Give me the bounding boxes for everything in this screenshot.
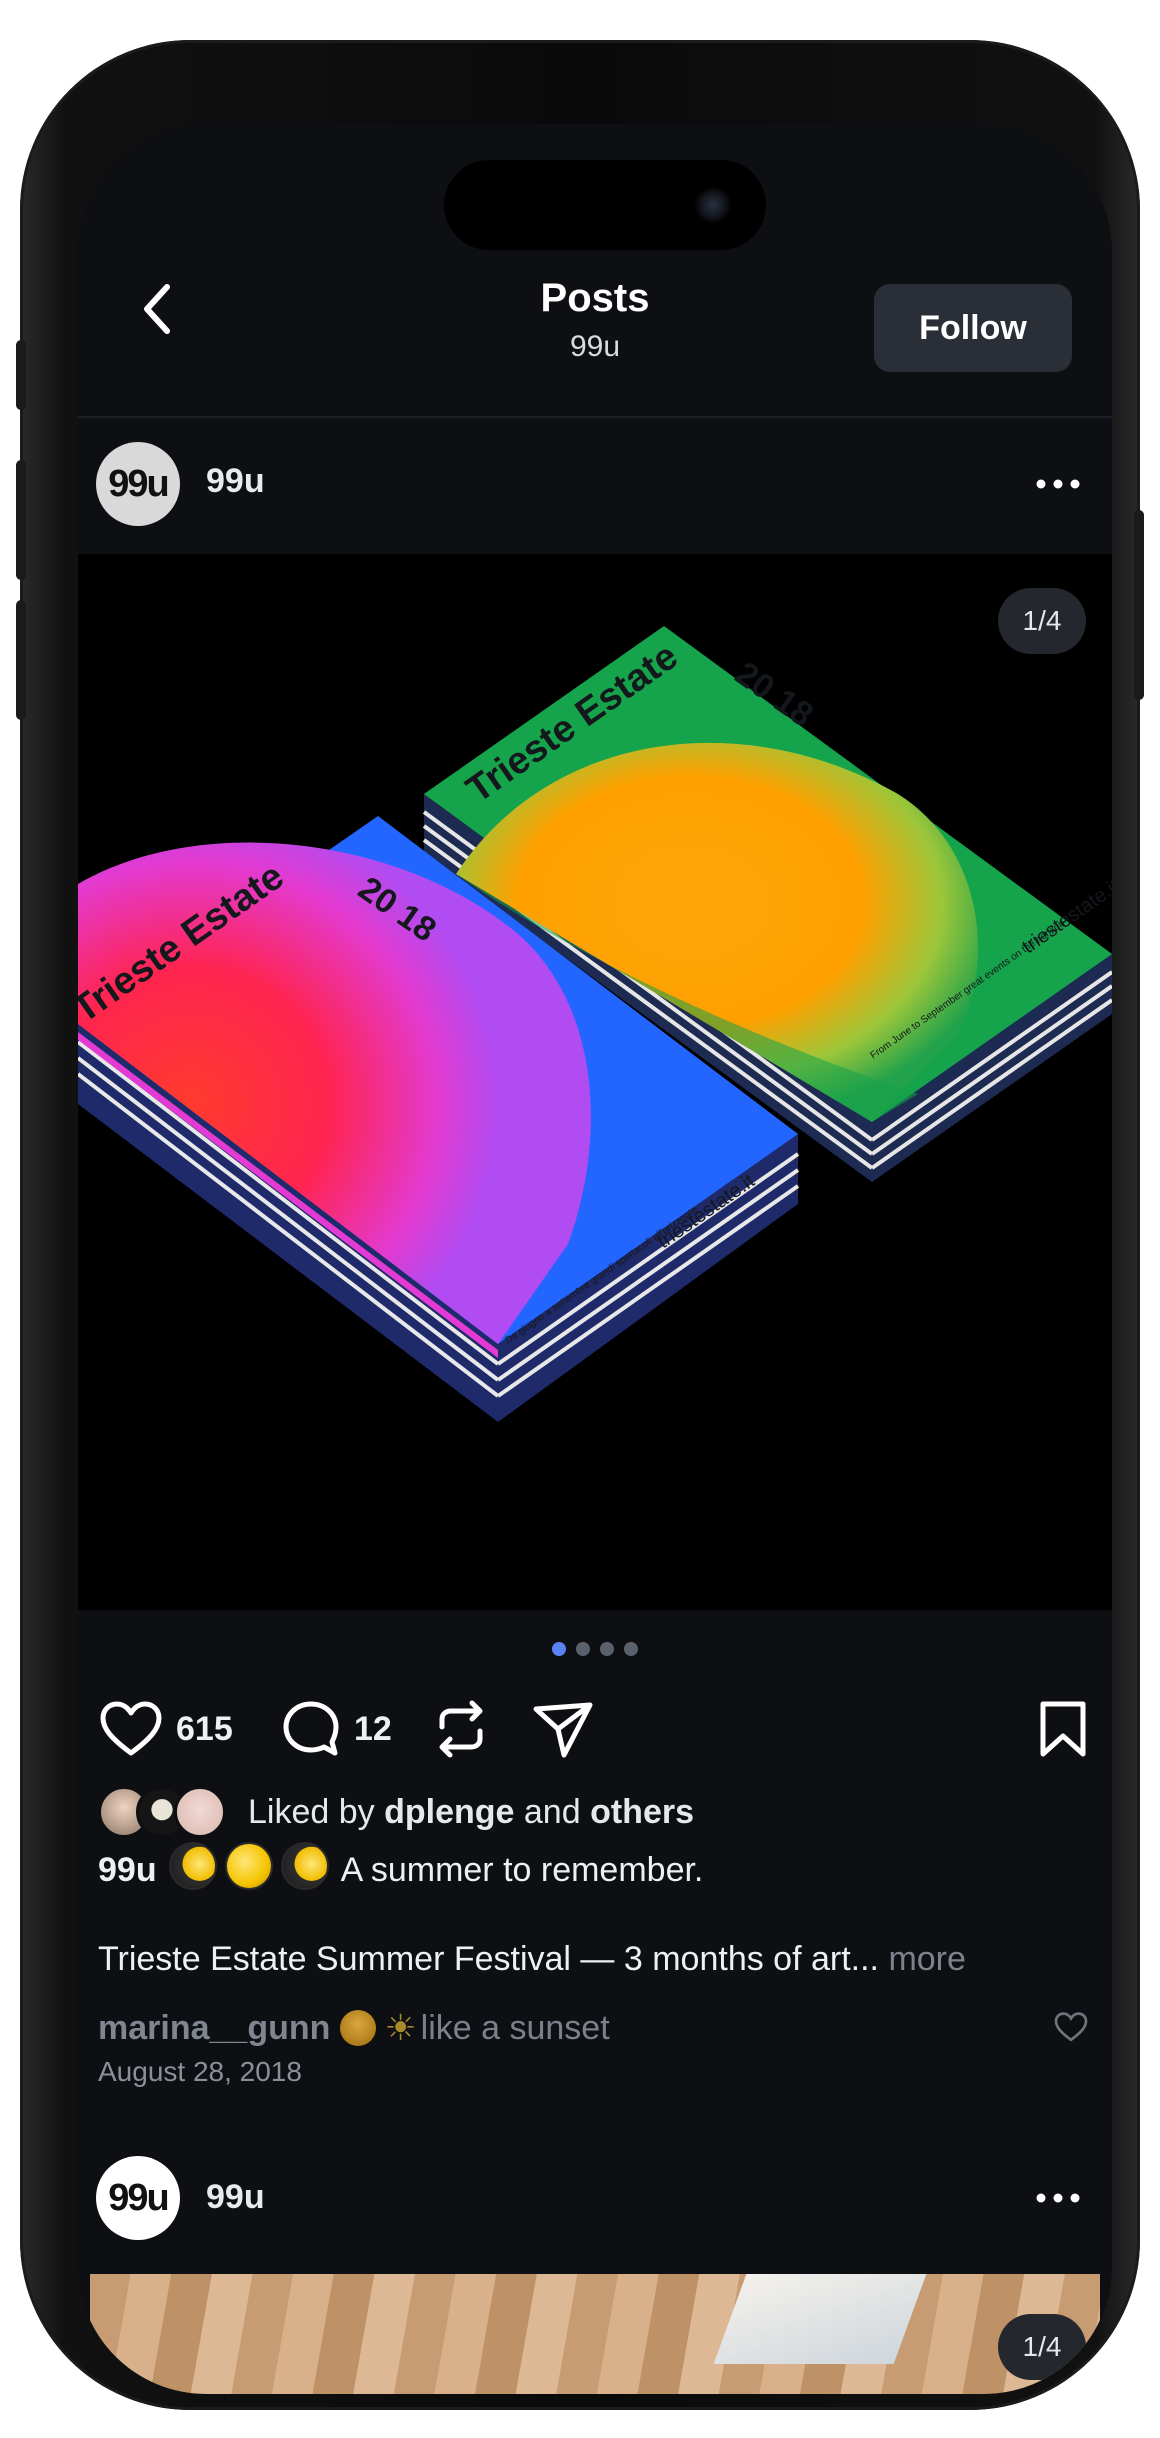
comment-button[interactable]: 12 bbox=[282, 1684, 392, 1774]
avatar[interactable]: 99u bbox=[96, 442, 180, 526]
heart-outline-icon bbox=[1054, 2012, 1088, 2042]
liked-by-row[interactable]: Liked by dplenge and others bbox=[98, 1784, 694, 1840]
heart-icon bbox=[100, 1701, 162, 1756]
more-dots-icon bbox=[1036, 479, 1080, 489]
save-button[interactable] bbox=[1038, 1684, 1088, 1774]
comment-count: 12 bbox=[354, 1709, 392, 1748]
more-options-button[interactable] bbox=[1028, 464, 1088, 504]
carousel-dot-active bbox=[552, 1642, 566, 1656]
mute-switch bbox=[16, 340, 26, 410]
liked-by-user[interactable]: dplenge bbox=[384, 1793, 514, 1832]
carousel-dot bbox=[576, 1642, 590, 1656]
sun-emoji: ☀ bbox=[384, 2007, 417, 2048]
description-text: Trieste Estate Summer Festival — 3 month… bbox=[98, 1940, 879, 1978]
repost-button[interactable] bbox=[434, 1684, 488, 1774]
liked-by-and: and bbox=[523, 1792, 581, 1831]
comment-bubble-icon bbox=[283, 1701, 339, 1756]
dynamic-island bbox=[444, 160, 766, 250]
more-dots-icon bbox=[1036, 2193, 1080, 2203]
liker-avatar bbox=[174, 1786, 226, 1838]
waning-moon-emoji bbox=[170, 1843, 215, 1888]
action-bar: 615 12 bbox=[78, 1684, 1112, 1774]
volume-up-button bbox=[16, 460, 26, 580]
share-button[interactable] bbox=[532, 1684, 594, 1774]
volume-down-button bbox=[16, 600, 26, 720]
next-post-username[interactable]: 99u bbox=[206, 2178, 265, 2217]
full-moon-emoji bbox=[226, 1843, 271, 1888]
front-camera bbox=[694, 186, 732, 224]
avatar-text: 99u bbox=[108, 462, 170, 505]
carousel-indicator bbox=[78, 1642, 1112, 1656]
send-icon bbox=[533, 1702, 593, 1758]
post-username[interactable]: 99u bbox=[206, 462, 265, 501]
skylight bbox=[713, 2274, 927, 2364]
waxing-moon-emoji bbox=[282, 1843, 327, 1888]
next-post-more-button[interactable] bbox=[1028, 2178, 1088, 2218]
heart-eyes-emoji bbox=[340, 2010, 377, 2046]
comment-like-button[interactable] bbox=[1054, 2012, 1088, 2047]
caption-username[interactable]: 99u bbox=[98, 1851, 157, 1890]
avatar-text: 99u bbox=[108, 2176, 170, 2219]
post-header: 99u 99u bbox=[78, 418, 1112, 558]
carousel-dot bbox=[624, 1642, 638, 1656]
moon-emoji-row bbox=[165, 1843, 333, 1897]
bookmark-icon bbox=[1040, 1701, 1086, 1757]
caption-text: A summer to remember. bbox=[340, 1850, 704, 1889]
post-description: Trieste Estate Summer Festival — 3 month… bbox=[98, 1940, 966, 1979]
follow-button[interactable]: Follow bbox=[874, 284, 1072, 372]
comment-username[interactable]: marina__gunn bbox=[98, 2009, 330, 2048]
like-button[interactable]: 615 bbox=[100, 1684, 233, 1774]
caption: 99u A summer to remember. bbox=[98, 1840, 703, 1900]
next-post-header: 99u 99u bbox=[78, 2128, 1112, 2268]
screen: Posts 99u Follow 99u 99u Trieste Estate … bbox=[78, 124, 1112, 2394]
power-button bbox=[1134, 510, 1144, 700]
like-count: 615 bbox=[176, 1709, 233, 1748]
liked-by-others[interactable]: others bbox=[590, 1793, 694, 1832]
more-link[interactable]: more bbox=[888, 1940, 965, 1978]
comment-preview[interactable]: marina__gunn ☀ like a sunset bbox=[98, 2000, 610, 2056]
post-date: August 28, 2018 bbox=[98, 2056, 302, 2087]
next-image-counter-badge: 1/4 bbox=[998, 2314, 1086, 2380]
carousel-dot bbox=[600, 1642, 614, 1656]
liked-by-prefix: Liked by bbox=[248, 1792, 375, 1831]
next-post-image[interactable]: 1/4 bbox=[90, 2274, 1100, 2394]
comment-text: like a sunset bbox=[420, 2008, 610, 2047]
next-post-avatar[interactable]: 99u bbox=[96, 2156, 180, 2240]
post-image[interactable]: Trieste Estate 20 18 triestestate.it Fro… bbox=[78, 554, 1112, 1610]
book-stacks-illustration: Trieste Estate 20 18 triestestate.it Fro… bbox=[78, 626, 1112, 1422]
repost-icon bbox=[439, 1700, 483, 1758]
image-counter-badge: 1/4 bbox=[998, 588, 1086, 654]
phone-frame: Posts 99u Follow 99u 99u Trieste Estate … bbox=[16, 40, 1144, 2410]
